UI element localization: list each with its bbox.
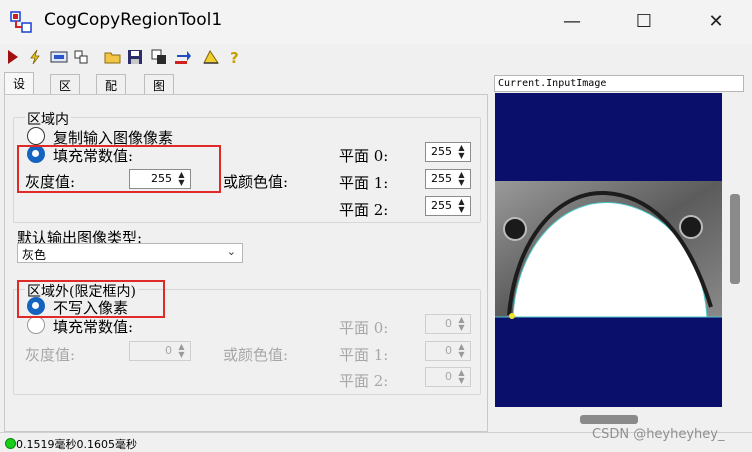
inside-plane-1-label: 平面 1: bbox=[339, 174, 389, 192]
svg-text:?: ? bbox=[230, 49, 239, 65]
outside-plane-0-label: 平面 0: bbox=[339, 319, 389, 337]
vertical-scrollbar-thumb[interactable] bbox=[730, 194, 740, 284]
reset-icon[interactable] bbox=[174, 48, 192, 66]
spinner-arrows-icon[interactable]: ▲ ▼ bbox=[174, 343, 189, 359]
outside-gray-value: 0 bbox=[165, 344, 172, 357]
spinner-arrows-icon[interactable]: ▲ ▼ bbox=[454, 369, 469, 385]
help-icon[interactable]: ? bbox=[226, 48, 244, 66]
spinner-arrows-icon[interactable]: ▲ ▼ bbox=[454, 144, 469, 160]
image-source-label[interactable]: Current.InputImage bbox=[494, 75, 744, 92]
settings-icon[interactable] bbox=[150, 48, 168, 66]
inside-plane-1-value: 255 bbox=[431, 172, 452, 185]
horizontal-scrollbar-thumb[interactable] bbox=[580, 415, 638, 424]
spinner-arrows-icon[interactable]: ▲ ▼ bbox=[454, 171, 469, 187]
outside-plane-2-spinner[interactable]: 0 ▲ ▼ bbox=[425, 367, 471, 387]
run-icon[interactable] bbox=[4, 48, 22, 66]
tab-pairing[interactable]: 配对 bbox=[96, 74, 127, 110]
highlight-box-inside bbox=[17, 145, 221, 193]
inside-plane-2-label: 平面 2: bbox=[339, 201, 389, 219]
app-icon bbox=[10, 11, 32, 33]
inside-plane-2-value: 255 bbox=[431, 199, 452, 212]
outside-or-color-label: 或颜色值: bbox=[223, 346, 289, 364]
spinner-arrows-icon[interactable]: ▲ ▼ bbox=[454, 316, 469, 332]
outside-plane-2-label: 平面 2: bbox=[339, 372, 389, 390]
window-title: CogCopyRegionTool1 bbox=[44, 10, 223, 30]
highlight-box-outside bbox=[17, 280, 165, 318]
spinner-arrows-icon[interactable]: ▲ ▼ bbox=[454, 198, 469, 214]
open-icon[interactable] bbox=[104, 48, 122, 66]
settings-panel: 区域内 复制输入图像像素 填充常数值: 灰度值: 255 ▲ ▼ 或颜色值: 平面… bbox=[4, 94, 488, 432]
spinner-arrows-icon[interactable]: ▲ ▼ bbox=[454, 343, 469, 359]
inside-region-label: 区域内 bbox=[25, 109, 71, 129]
watermark: CSDN @heyheyhey_ bbox=[592, 427, 725, 442]
save-icon[interactable] bbox=[126, 48, 144, 66]
inside-plane-0-value: 255 bbox=[431, 145, 452, 158]
measure-icon[interactable] bbox=[202, 48, 220, 66]
outside-plane-1-label: 平面 1: bbox=[339, 346, 389, 364]
status-led-icon bbox=[5, 438, 16, 449]
minimize-button[interactable]: — bbox=[554, 8, 590, 36]
outside-plane-0-spinner[interactable]: 0 ▲ ▼ bbox=[425, 314, 471, 334]
default-output-type-value: 灰色 bbox=[22, 248, 47, 262]
show-io-icon[interactable] bbox=[50, 48, 68, 66]
edit-icon[interactable] bbox=[72, 48, 90, 66]
outside-gray-label: 灰度值: bbox=[25, 346, 76, 364]
toolbar: ? bbox=[0, 44, 752, 70]
title-bar: CogCopyRegionTool1 — ☐ ✕ bbox=[0, 0, 752, 44]
outside-gray-value-spinner[interactable]: 0 ▲ ▼ bbox=[129, 341, 191, 361]
inside-plane-0-spinner[interactable]: 255 ▲ ▼ bbox=[425, 142, 471, 162]
electric-run-icon[interactable] bbox=[26, 48, 44, 66]
tab-graphics[interactable]: 图形 bbox=[144, 74, 175, 110]
tab-region[interactable]: 区域 bbox=[50, 74, 81, 110]
tab-settings[interactable]: 设置 bbox=[4, 72, 35, 108]
outside-plane-1-value: 0 bbox=[445, 344, 452, 357]
inside-plane-0-label: 平面 0: bbox=[339, 147, 389, 165]
image-viewer[interactable] bbox=[495, 93, 722, 407]
outside-fill-constant-radio[interactable] bbox=[27, 316, 45, 334]
outside-plane-0-value: 0 bbox=[445, 317, 452, 330]
inside-or-color-label: 或颜色值: bbox=[223, 173, 289, 191]
image-display-panel: Current.InputImage bbox=[494, 74, 744, 430]
close-button[interactable]: ✕ bbox=[698, 8, 734, 36]
inside-plane-2-spinner[interactable]: 255 ▲ ▼ bbox=[425, 196, 471, 216]
outside-plane-1-spinner[interactable]: 0 ▲ ▼ bbox=[425, 341, 471, 361]
copy-input-pixels-radio[interactable] bbox=[27, 127, 45, 145]
maximize-button[interactable]: ☐ bbox=[626, 8, 662, 36]
chevron-down-icon: ⌄ bbox=[226, 245, 236, 258]
input-image-render bbox=[495, 181, 722, 319]
inside-plane-1-spinner[interactable]: 255 ▲ ▼ bbox=[425, 169, 471, 189]
default-output-type-select[interactable]: 灰色 ⌄ bbox=[17, 243, 243, 263]
status-timing-text: 0.1519毫秒0.1605毫秒 bbox=[16, 438, 137, 451]
outside-fill-constant-label: 填充常数值: bbox=[53, 318, 134, 336]
outside-plane-2-value: 0 bbox=[445, 370, 452, 383]
